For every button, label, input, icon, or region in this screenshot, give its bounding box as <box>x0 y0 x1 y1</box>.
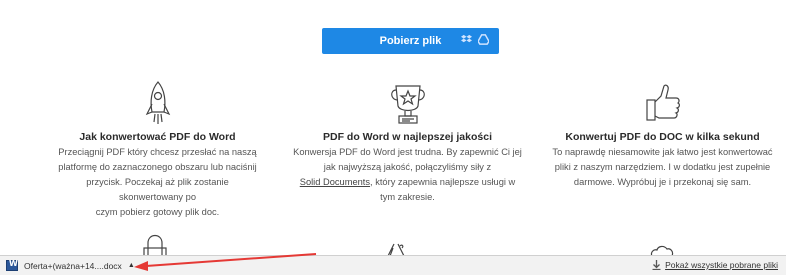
downloaded-file-name: Oferta+(ważna+14....docx <box>24 260 122 271</box>
thumbs-up-icon <box>645 84 680 121</box>
dropbox-icon[interactable] <box>461 34 472 45</box>
downloaded-file-item[interactable]: Oferta+(ważna+14....docx ▲ <box>6 259 135 271</box>
trophy-icon <box>390 85 425 124</box>
feature-title: Jak konwertować PDF do Word <box>79 131 236 143</box>
solid-documents-link[interactable]: Solid Documents <box>300 177 370 187</box>
download-arrow-icon <box>652 260 661 270</box>
download-file-button[interactable]: Pobierz plik <box>322 28 499 54</box>
feature-description: Konwersja PDF do Word jest trudna. By za… <box>293 147 522 202</box>
google-drive-icon[interactable] <box>478 34 489 45</box>
chevron-up-icon[interactable]: ▲ <box>128 262 135 269</box>
show-all-downloads[interactable]: Pokaż wszystkie pobrane pliki <box>652 260 778 270</box>
show-all-downloads-link[interactable]: Pokaż wszystkie pobrane pliki <box>665 260 778 270</box>
lock-icon <box>143 234 167 255</box>
feature-description: Przeciągnij PDF który chcesz przesłać na… <box>58 147 257 217</box>
rocket-icon <box>145 81 170 124</box>
browser-download-bar: Oferta+(ważna+14....docx ▲ Pokaż wszystk… <box>0 255 786 275</box>
feature-description: To naprawdę niesamowite jak łatwo jest k… <box>552 147 773 187</box>
word-document-icon <box>6 259 18 271</box>
feature-title: Konwertuj PDF do DOC w kilka sekund <box>565 131 760 143</box>
feature-best-quality: PDF do Word w najlepszej jakości Konwers… <box>285 80 530 205</box>
feature-fast-conversion: Konwertuj PDF do DOC w kilka sekund To n… <box>540 80 785 190</box>
feature-how-to-convert: Jak konwertować PDF do Word Przeciągnij … <box>55 80 260 220</box>
tools-icon <box>387 243 405 256</box>
feature-title: PDF do Word w najlepszej jakości <box>322 131 492 143</box>
